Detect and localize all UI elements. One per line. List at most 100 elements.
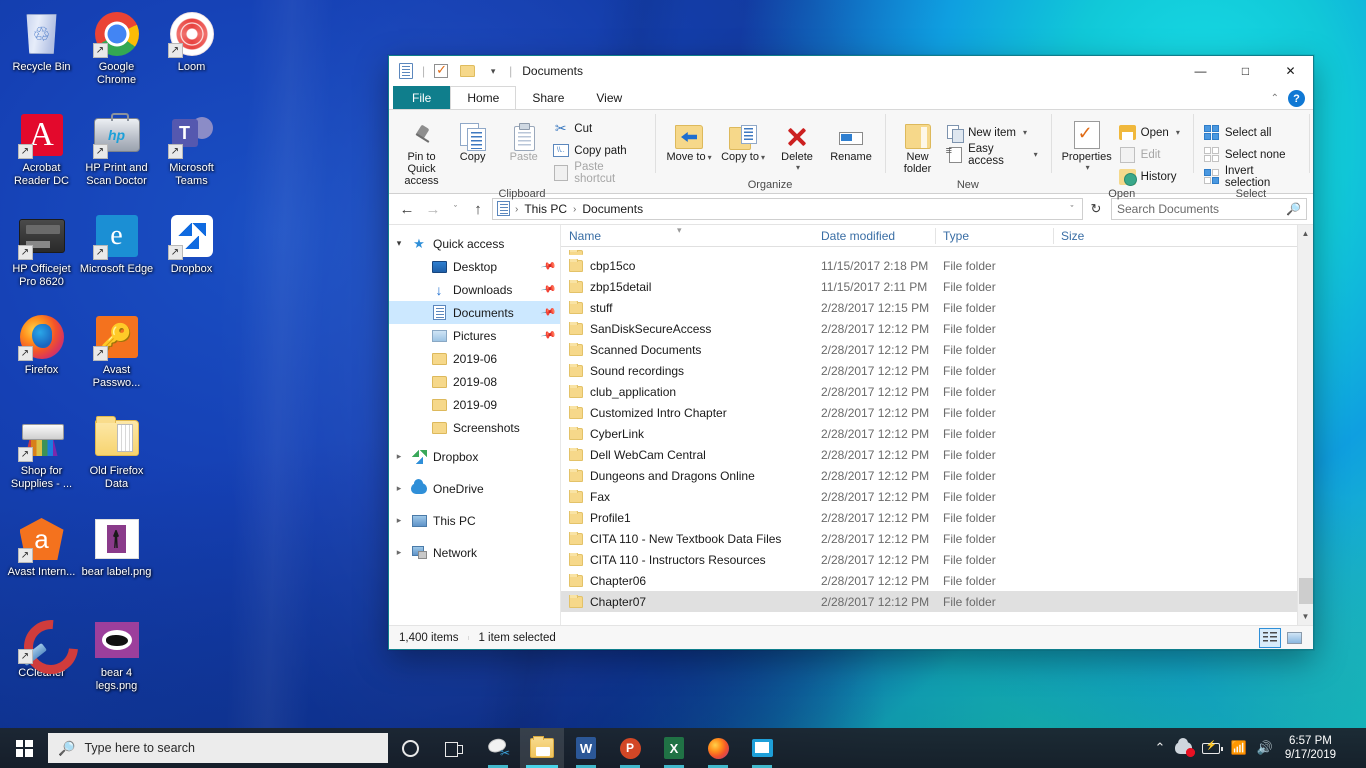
table-row[interactable]: Customized Intro Chapter 2/28/2017 12:12 … bbox=[561, 402, 1297, 423]
desktop-icon-avast-internet-security[interactable]: a Avast Intern... bbox=[4, 509, 79, 610]
table-row[interactable]: stuff 2/28/2017 12:15 PM File folder bbox=[561, 297, 1297, 318]
action-center-button[interactable] bbox=[1346, 728, 1356, 768]
file-explorer-button[interactable] bbox=[520, 728, 564, 768]
tab-file[interactable]: File bbox=[393, 86, 451, 109]
scrollbar-thumb[interactable] bbox=[1298, 578, 1313, 604]
details-view-button[interactable] bbox=[1259, 627, 1281, 648]
desktop-icon-firefox[interactable]: Firefox bbox=[4, 307, 79, 408]
chevron-down-icon[interactable]: ▾ bbox=[1086, 163, 1090, 172]
expand-chevron-right-icon[interactable]: ▸ bbox=[389, 515, 409, 526]
chevron-down-icon[interactable]: ▾ bbox=[1034, 150, 1038, 159]
volume-icon[interactable]: 🔊 bbox=[1257, 740, 1273, 756]
desktop-icon-old-firefox-data[interactable]: Old Firefox Data bbox=[79, 408, 154, 509]
table-row[interactable]: Dungeons and Dragons Online 2/28/2017 12:… bbox=[561, 465, 1297, 486]
navigation-pane[interactable]: ▾ ★ Quick access Desktop 📌 ↓ Downloads 📌… bbox=[389, 225, 561, 625]
nav-item-onedrive[interactable]: ▸ OneDrive bbox=[389, 477, 560, 500]
large-icons-view-button[interactable] bbox=[1283, 628, 1305, 648]
minimize-button[interactable]: — bbox=[1178, 56, 1223, 86]
desktop-icon-google-chrome[interactable]: Google Chrome bbox=[79, 4, 154, 105]
chevron-down-icon[interactable]: ▾ bbox=[796, 163, 800, 172]
copy-path-button[interactable]: \\.. Copy path bbox=[550, 140, 647, 161]
quick-access-toolbar[interactable]: | ▾ | bbox=[395, 60, 513, 82]
table-row[interactable]: CyberLink 2/28/2017 12:12 PM File folder bbox=[561, 423, 1297, 444]
edit-button[interactable]: Edit bbox=[1117, 144, 1185, 165]
properties-qat-icon[interactable] bbox=[395, 60, 417, 82]
table-row[interactable]: SanDiskSecureAccess 2/28/2017 12:12 PM Fil… bbox=[561, 318, 1297, 339]
tab-view[interactable]: View bbox=[580, 86, 638, 109]
column-header-type[interactable]: Type bbox=[935, 225, 1053, 247]
desktop-icon-acrobat-reader-dc[interactable]: A Acrobat Reader DC bbox=[4, 105, 79, 206]
scroll-down-button[interactable]: ▼ bbox=[1298, 608, 1314, 625]
chevron-down-icon[interactable]: ▾ bbox=[1176, 128, 1180, 137]
taskbar[interactable]: 🔍 Type here to search W P X ⌃ 📶 🔊 6:57 P… bbox=[0, 728, 1366, 768]
desktop-icon-dropbox[interactable]: Dropbox bbox=[154, 206, 229, 307]
desktop-icon-hp-officejet-pro-8620[interactable]: HP Officejet Pro 8620 bbox=[4, 206, 79, 307]
powerpoint-button[interactable]: P bbox=[608, 728, 652, 768]
rename-button[interactable]: Rename bbox=[825, 114, 877, 163]
move-to-button[interactable]: Move to ▾ bbox=[663, 114, 715, 164]
history-button[interactable]: History bbox=[1117, 166, 1185, 187]
chevron-down-icon[interactable]: ▾ bbox=[708, 153, 712, 162]
table-row[interactable]: CITA 110 - Instructors Resources 2/28/201… bbox=[561, 549, 1297, 570]
table-row[interactable]: club_application 2/28/2017 12:12 PM File f… bbox=[561, 381, 1297, 402]
folder-qat-icon[interactable] bbox=[456, 60, 478, 82]
column-header-date-modified[interactable]: Date modified bbox=[813, 225, 935, 247]
pin-to-quick-access-button[interactable]: Pin to Quick access bbox=[397, 114, 446, 187]
help-button[interactable]: ? bbox=[1288, 90, 1305, 107]
new-item-button[interactable]: New item ▾ bbox=[944, 122, 1043, 143]
table-row[interactable]: Chapter06 2/28/2017 12:12 PM File folder bbox=[561, 570, 1297, 591]
table-row[interactable]: Profile1 2/28/2017 12:12 PM File folder bbox=[561, 507, 1297, 528]
tab-share[interactable]: Share bbox=[516, 86, 580, 109]
expand-chevron-right-icon[interactable]: ▸ bbox=[389, 547, 409, 558]
desktop-icon-microsoft-edge[interactable]: e Microsoft Edge bbox=[79, 206, 154, 307]
invert-selection-button[interactable]: Invert selection bbox=[1201, 165, 1301, 189]
cortana-button[interactable] bbox=[388, 728, 432, 768]
file-explorer-window[interactable]: | ▾ | Documents — □ ✕ File Home Share Vi… bbox=[388, 55, 1314, 650]
address-dropdown-chevron-down-icon[interactable]: ˇ bbox=[1064, 204, 1080, 214]
file-list-pane[interactable]: Name ▾ Date modified Type Size cbp15co 11… bbox=[561, 225, 1297, 625]
nav-item-downloads[interactable]: ↓ Downloads 📌 bbox=[389, 278, 560, 301]
open-button[interactable]: Open ▾ bbox=[1117, 122, 1185, 143]
new-folder-button[interactable]: New folder bbox=[893, 114, 942, 175]
nav-item-pictures[interactable]: Pictures 📌 bbox=[389, 324, 560, 347]
desktop-icon-microsoft-teams[interactable]: Microsoft Teams bbox=[154, 105, 229, 206]
table-row-partial[interactable] bbox=[561, 247, 1297, 255]
expand-chevron-down-icon[interactable]: ▾ bbox=[389, 238, 409, 249]
select-all-button[interactable]: Select all bbox=[1201, 122, 1301, 143]
table-row[interactable]: cbp15co 11/15/2017 2:18 PM File folder bbox=[561, 255, 1297, 276]
new-folder-qat-icon[interactable] bbox=[430, 60, 452, 82]
desktop-icon-shop-for-supplies[interactable]: Shop for Supplies - ... bbox=[4, 408, 79, 509]
desktop-icon-avast-passwords[interactable]: 🔑 Avast Passwo... bbox=[79, 307, 154, 408]
nav-item-2019-08[interactable]: 2019-08 bbox=[389, 370, 560, 393]
cut-button[interactable]: ✂ Cut bbox=[550, 118, 647, 139]
nav-item-documents[interactable]: Documents 📌 bbox=[389, 301, 560, 324]
scroll-up-button[interactable]: ▲ bbox=[1298, 225, 1314, 242]
chevron-down-icon[interactable]: ▾ bbox=[761, 153, 765, 162]
desktop-icon-bear-4-legs-png[interactable]: bear 4 legs.png bbox=[79, 610, 154, 711]
nav-item-quick-access[interactable]: ▾ ★ Quick access bbox=[389, 232, 560, 255]
breadcrumb-this-pc[interactable]: This PC bbox=[521, 202, 570, 216]
taskbar-search-input[interactable]: 🔍 Type here to search bbox=[48, 733, 388, 763]
paste-shortcut-button[interactable]: Paste shortcut bbox=[550, 161, 647, 185]
publisher-button[interactable] bbox=[740, 728, 784, 768]
paste-button[interactable]: Paste bbox=[499, 114, 548, 163]
nav-item-desktop[interactable]: Desktop 📌 bbox=[389, 255, 560, 278]
easy-access-button[interactable]: Easy access ▾ bbox=[944, 143, 1043, 167]
breadcrumb-documents[interactable]: Documents bbox=[579, 202, 646, 216]
nav-item-screenshots[interactable]: Screenshots bbox=[389, 416, 560, 439]
desktop-icon-loom[interactable]: Loom bbox=[154, 4, 229, 105]
table-row[interactable]: Sound recordings 2/28/2017 12:12 PM File f… bbox=[561, 360, 1297, 381]
file-rows-container[interactable]: cbp15co 11/15/2017 2:18 PM File folder zbp1… bbox=[561, 247, 1297, 625]
taskbar-clock[interactable]: 6:57 PM 9/17/2019 bbox=[1283, 734, 1336, 762]
tab-home[interactable]: Home bbox=[450, 86, 517, 109]
nav-item-2019-09[interactable]: 2019-09 bbox=[389, 393, 560, 416]
column-header-size[interactable]: Size bbox=[1053, 225, 1133, 247]
word-button[interactable]: W bbox=[564, 728, 608, 768]
firefox-button[interactable] bbox=[696, 728, 740, 768]
nav-item-network[interactable]: ▸ Network bbox=[389, 541, 560, 564]
table-row[interactable]: zbp15detail 11/15/2017 2:11 PM File folder bbox=[561, 276, 1297, 297]
wifi-icon[interactable]: 📶 bbox=[1230, 740, 1246, 756]
vertical-scrollbar[interactable]: ▲ ▼ bbox=[1297, 225, 1313, 625]
expand-chevron-right-icon[interactable]: ▸ bbox=[389, 451, 409, 462]
column-header-name[interactable]: Name bbox=[561, 225, 813, 247]
